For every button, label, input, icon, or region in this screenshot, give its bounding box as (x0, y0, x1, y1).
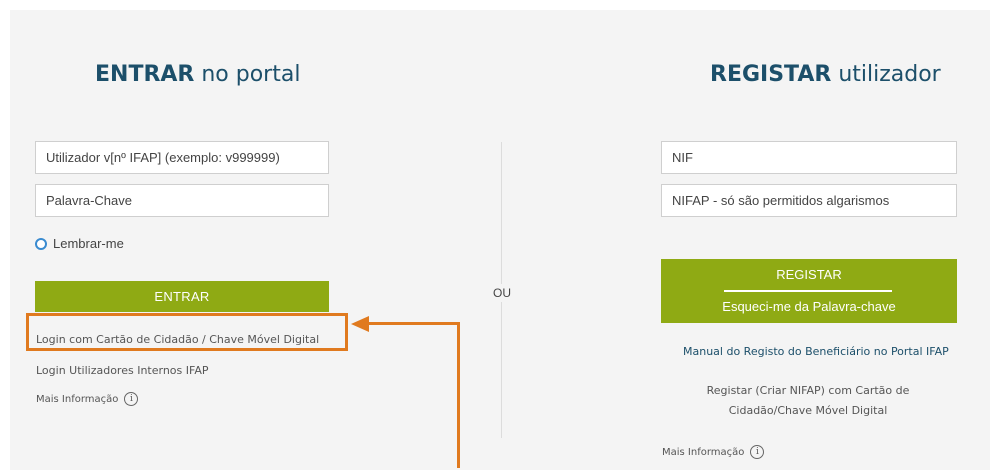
register-title-rest: utilizador (831, 62, 941, 87)
username-input[interactable]: Utilizador v[nº IFAP] (exemplo: v999999) (35, 141, 329, 174)
create-nifap-link[interactable]: Registar (Criar NIFAP) com Cartão de Cid… (676, 381, 940, 421)
more-info-label-right: Mais Informação (662, 446, 745, 458)
login-title: ENTRAR no portal (95, 62, 300, 87)
register-title-bold: REGISTAR (710, 62, 832, 87)
nif-input[interactable]: NIF (661, 141, 957, 174)
entrar-button[interactable]: ENTRAR (35, 281, 329, 312)
login-title-bold: ENTRAR (95, 62, 195, 87)
radio-unchecked-icon[interactable] (35, 237, 47, 250)
registration-manual-link[interactable]: Manual do Registo do Beneficiário no Por… (683, 345, 949, 358)
more-info-link-left[interactable]: Mais Informação i (36, 392, 139, 406)
forgot-password-button[interactable]: Esqueci-me da Palavra-chave (661, 299, 957, 314)
annotation-arrow-shaft-horizontal (368, 322, 460, 325)
annotation-arrow-shaft-vertical (457, 322, 460, 468)
more-info-label-left: Mais Informação (36, 393, 119, 405)
registar-button[interactable]: REGISTAR (661, 267, 957, 282)
register-button-group: REGISTAR Esqueci-me da Palavra-chave (661, 259, 957, 323)
register-title: REGISTAR utilizador (710, 62, 941, 87)
remember-me-label: Lembrar-me (53, 236, 124, 251)
button-separator (724, 290, 892, 292)
info-icon[interactable]: i (750, 445, 765, 459)
annotation-highlight-box (26, 313, 348, 351)
nifap-input[interactable]: NIFAP - só são permitidos algarismos (661, 184, 957, 217)
login-title-rest: no portal (194, 62, 301, 87)
more-info-link-right[interactable]: Mais Informação i (662, 445, 765, 459)
internal-login-link[interactable]: Login Utilizadores Internos IFAP (36, 364, 208, 377)
remember-me-option[interactable]: Lembrar-me (35, 236, 124, 251)
info-icon[interactable]: i (124, 392, 139, 406)
password-input[interactable]: Palavra-Chave (35, 184, 329, 217)
annotation-arrow-icon (351, 316, 369, 332)
or-separator: OU (493, 284, 511, 302)
